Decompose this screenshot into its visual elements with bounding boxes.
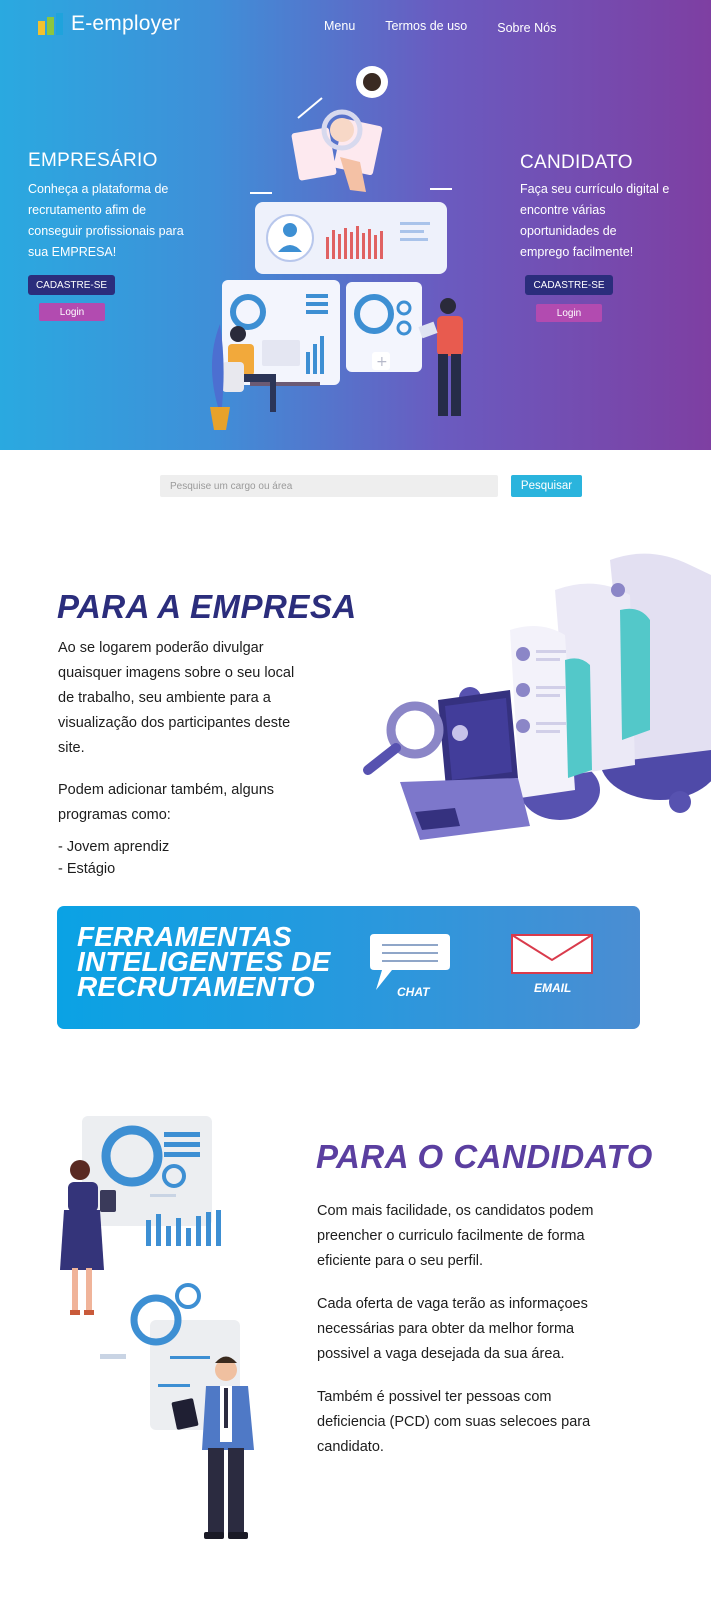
candidato-signup-button[interactable]: CADASTRE-SE	[525, 275, 613, 295]
candidato-paragraph-line: preencher o curriculo facilmente de form…	[317, 1228, 585, 1244]
list-item: - Estágio	[58, 861, 116, 877]
recruitment-tools-banner: FERRAMENTAS INTELIGENTES DE RECRUTAMENTO…	[57, 906, 640, 1029]
candidato-paragraph-3: Também é possivel ter pessoas com defici…	[317, 1385, 590, 1460]
empresario-title: EMPRESÁRIO	[28, 150, 158, 171]
empresa-paragraph-line: visualização dos participantes deste	[58, 715, 291, 731]
candidato-text-line: Faça seu currículo digital e	[520, 182, 670, 196]
empresa-program-list: - Jovem aprendiz - Estágio	[58, 836, 169, 880]
search-button[interactable]: Pesquisar	[511, 475, 582, 497]
candidato-paragraph-line: Também é possivel ter pessoas com	[317, 1389, 552, 1405]
candidato-text-line: emprego facilmente!	[520, 245, 634, 259]
candidates-illustration	[60, 1116, 254, 1539]
brand-name: E-employer	[71, 12, 181, 35]
empresa-paragraph-line: quaisquer imagens sobre o seu local	[58, 665, 295, 681]
empresa-paragraph-line: Ao se logarem poderão divulgar	[58, 640, 264, 656]
candidato-paragraph-line: necessárias para obter da melhor forma	[317, 1321, 575, 1337]
empresario-text-line: recrutamento afim de	[28, 203, 147, 217]
email-label: EMAIL	[534, 981, 572, 995]
hero-section: E-employer Menu Termos de uso Sobre Nós …	[0, 0, 711, 450]
resume-laptop-illustration	[363, 553, 711, 840]
empresario-signup-button[interactable]: CADASTRE-SE	[28, 275, 115, 295]
candidato-paragraph-line: possivel a vaga desejada da sua área.	[317, 1346, 565, 1362]
banner-title-line: RECRUTAMENTO	[77, 971, 315, 1002]
candidato-text-line: oportunidades de	[520, 224, 617, 238]
svg-text:+: +	[376, 354, 388, 370]
empresa-paragraph-line: de trabalho, seu ambiente para a	[58, 690, 271, 706]
candidato-title: CANDIDATO	[520, 152, 633, 173]
email-envelope-icon[interactable]	[511, 934, 593, 974]
candidato-heading: PARA O CANDIDATO	[316, 1138, 653, 1175]
chat-label: CHAT	[397, 985, 430, 999]
candidato-text-line: encontre várias	[520, 203, 606, 217]
empresa-paragraph-line: programas como:	[58, 807, 171, 823]
empresa-paragraph-2: Podem adicionar também, alguns programas…	[58, 778, 274, 828]
candidato-text: Faça seu currículo digital e encontre vá…	[520, 179, 669, 263]
recruitment-dashboard-illustration: +	[210, 66, 463, 430]
brand-logo[interactable]: E-employer	[38, 12, 180, 36]
candidato-paragraph-line: Com mais facilidade, os candidatos podem	[317, 1203, 594, 1219]
candidato-paragraph-line: candidato.	[317, 1439, 384, 1455]
candidato-paragraph-line: deficiencia (PCD) com suas selecoes para	[317, 1414, 591, 1430]
candidato-paragraph-line: Cada oferta de vaga terão as informaçoes	[317, 1296, 588, 1312]
empresa-paragraph-line: Podem adicionar também, alguns	[58, 782, 275, 798]
nav-menu[interactable]: Menu	[324, 19, 355, 33]
candidato-paragraph-line: eficiente para o seu perfil.	[317, 1253, 484, 1269]
empresario-text-line: conseguir profissionais para	[28, 224, 184, 238]
logo-bars-icon	[38, 13, 63, 35]
empresa-heading: PARA A EMPRESA	[57, 588, 357, 625]
top-nav: Menu Termos de uso Sobre Nós	[324, 19, 556, 35]
list-item: - Jovem aprendiz	[58, 839, 170, 855]
banner-title: FERRAMENTAS INTELIGENTES DE RECRUTAMENTO	[77, 923, 330, 1002]
empresa-paragraph-1: Ao se logarem poderão divulgar quaisquer…	[58, 636, 294, 761]
nav-termos-de-uso[interactable]: Termos de uso	[385, 19, 467, 33]
empresa-paragraph-line: site.	[58, 740, 85, 756]
search-input[interactable]	[160, 475, 498, 497]
candidato-paragraph-2: Cada oferta de vaga terão as informaçoes…	[317, 1292, 588, 1367]
empresario-text-line: Conheça a plataforma de	[28, 182, 169, 196]
empresario-text: Conheça a plataforma de recrutamento afi…	[28, 179, 184, 263]
candidato-login-button[interactable]: Login	[536, 304, 602, 322]
empresario-login-button[interactable]: Login	[39, 303, 105, 321]
nav-sobre-nos[interactable]: Sobre Nós	[497, 21, 556, 35]
empresario-text-line: sua EMPRESA!	[28, 245, 117, 259]
candidato-paragraph-1: Com mais facilidade, os candidatos podem…	[317, 1199, 593, 1274]
